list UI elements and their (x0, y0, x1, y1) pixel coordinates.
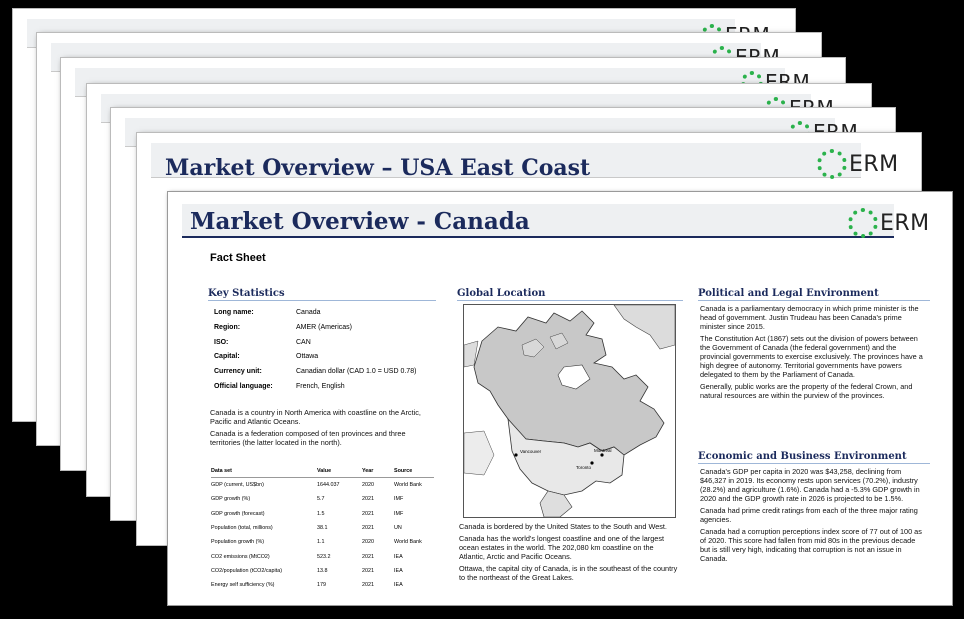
table-row: Population (total, millions) 38.1 2021 UN (211, 525, 402, 532)
table-header-row: Data set Value Year Source (211, 465, 434, 478)
economic-text: Canada's GDP per capita in 2020 was $43,… (700, 467, 922, 563)
political-text: Canada is a parliamentary democracy in w… (700, 304, 923, 400)
column-header: Year (362, 465, 394, 478)
erm-logo-icon (817, 149, 847, 179)
stat-row: Long name: Canada (214, 309, 321, 316)
column-header: Source (394, 465, 434, 478)
economic-heading: Economic and Business Environment (698, 451, 907, 462)
table-row: GDP growth (forecast) 1.5 2021 IMF (211, 510, 404, 517)
table-row: Energy self sufficiency (%) 179 2021 IEA (211, 582, 403, 589)
map-label-montreal: Montreal (594, 448, 612, 453)
map-label-vancouver: Vancouver (520, 449, 542, 454)
canada-map-svg: Vancouver Montreal Toronto (464, 305, 675, 517)
slide-title: Market Overview – USA East Coast (165, 155, 591, 181)
fact-sheet-label: Fact Sheet (210, 252, 266, 264)
slide-title: Market Overview - Canada (190, 208, 530, 235)
map-label-toronto: Toronto (576, 465, 592, 470)
erm-logo-icon (848, 208, 878, 238)
section-divider (698, 300, 930, 301)
erm-logo: ERM (817, 149, 899, 179)
table-row: GDP growth (%) 5.7 2021 IMF (211, 496, 404, 503)
column-header: Value (317, 465, 362, 478)
section-divider (698, 463, 930, 464)
global-location-heading: Global Location (457, 288, 546, 299)
stat-row: ISO: CAN (214, 338, 311, 346)
key-statistics-heading: Key Statistics (208, 288, 285, 299)
erm-logo: ERM (848, 208, 930, 238)
section-divider (208, 300, 436, 301)
stat-row: Currency unit: Canadian dollar (CAD 1.0 =… (214, 368, 417, 376)
dataset-table: Data set Value Year Source GDP (current,… (211, 465, 434, 592)
slide-canada[interactable]: Market Overview - Canada ERM Fact Sheet … (167, 191, 953, 606)
table-row: CO2/population (tCO2/capita) 13.8 2021 IEA (211, 567, 403, 574)
stat-row: Official language: French, English (214, 382, 345, 390)
table-row: CO2 emissions (MtCO2) 523.2 2021 IEA (211, 553, 403, 560)
canada-map: Vancouver Montreal Toronto (463, 304, 676, 518)
section-divider (457, 300, 683, 301)
key-statistics-table: Long name: Canada Region: AMER (Americas) … (214, 306, 416, 395)
stat-row: Capital: Ottawa (214, 353, 319, 361)
political-heading: Political and Legal Environment (698, 288, 879, 299)
global-location-text: Canada is bordered by the United States … (459, 522, 678, 582)
stat-row: Region: AMER (Americas) (214, 323, 353, 331)
column-header: Data set (211, 465, 317, 478)
country-intro: Canada is a country in North America wit… (210, 408, 421, 447)
table-row: GDP (current, US$bn) 1644.037 2020 World Ba… (211, 482, 422, 489)
table-row: Population growth (%) 1.1 2020 World Bank (211, 539, 422, 546)
